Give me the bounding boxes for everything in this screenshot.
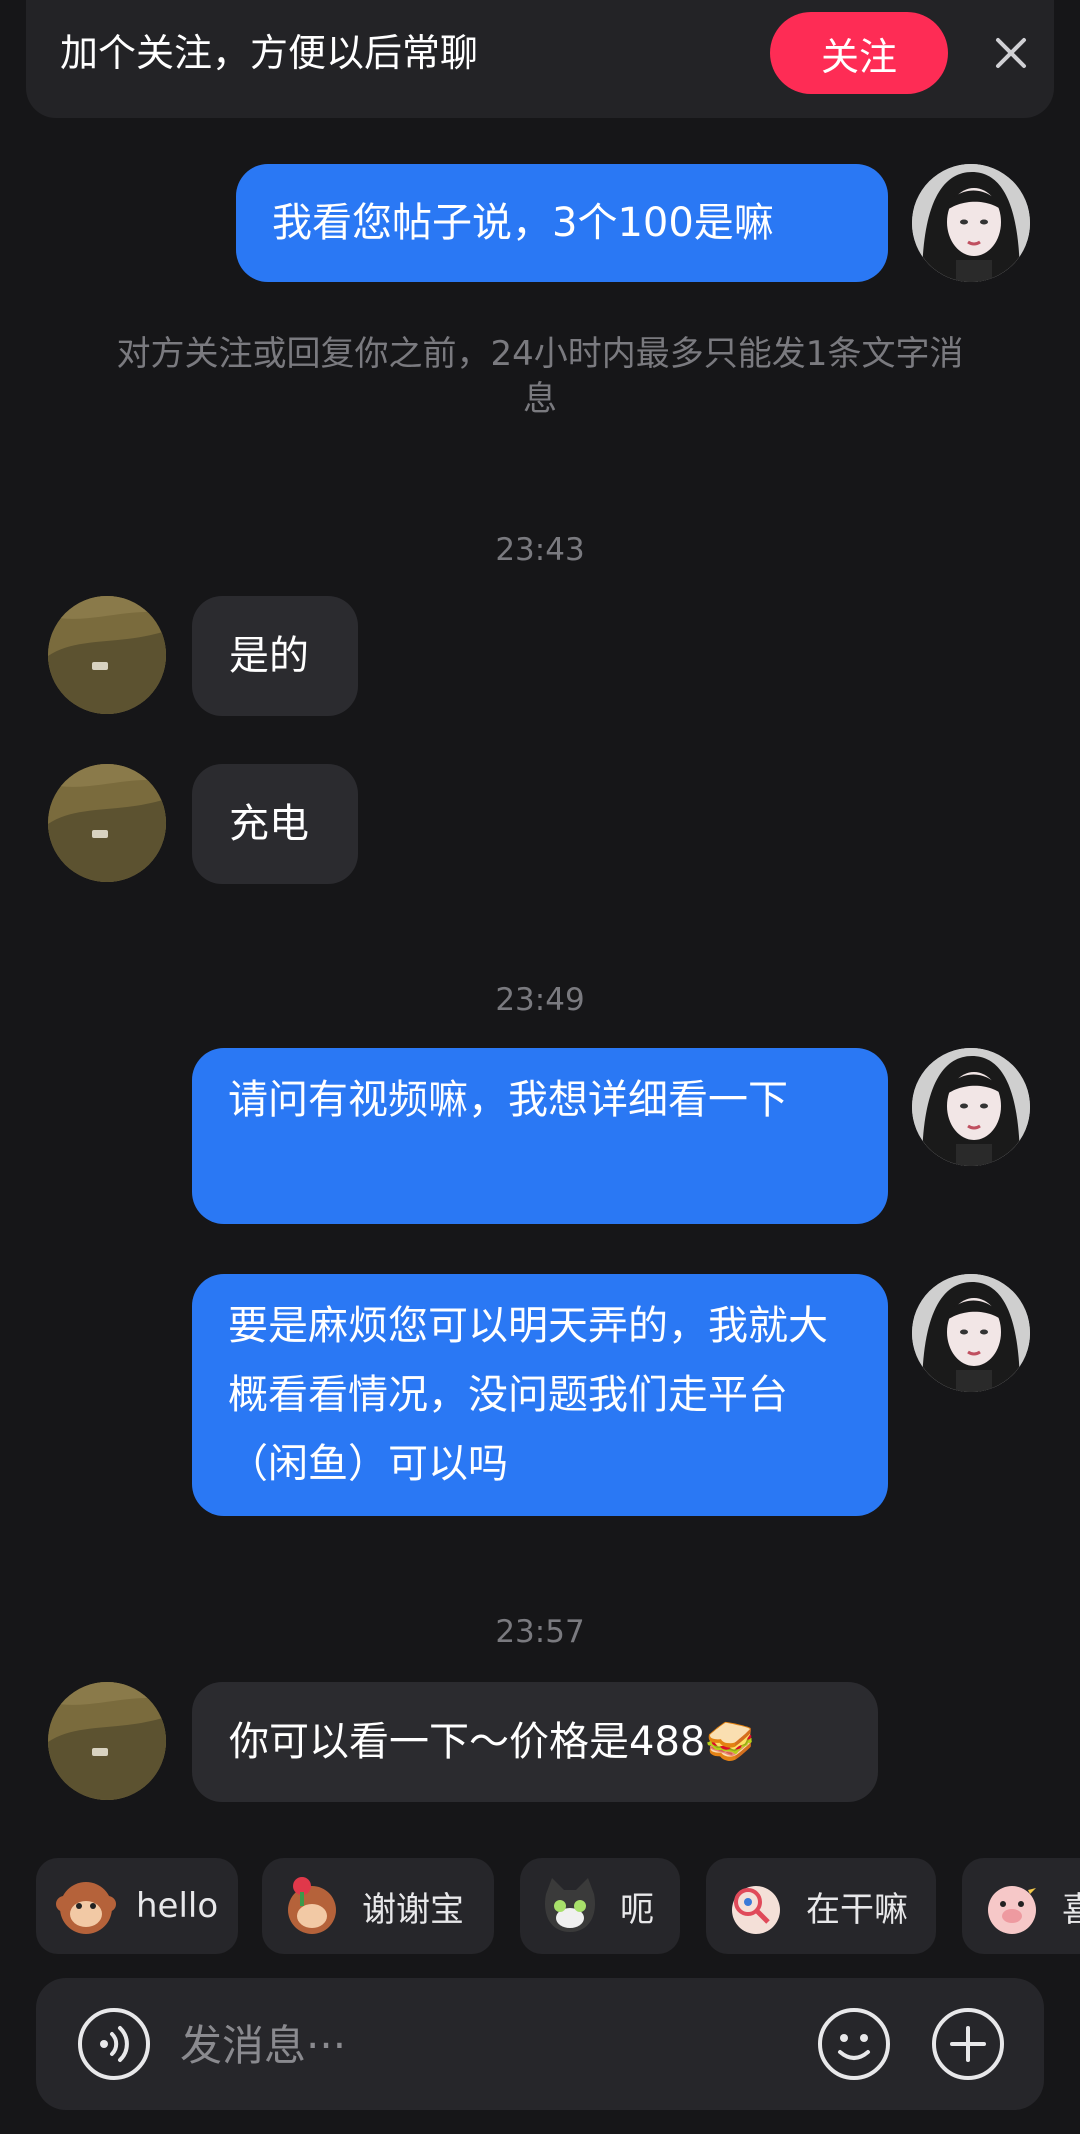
incoming-message[interactable]: 是的 — [192, 596, 358, 716]
incoming-message[interactable]: 你可以看一下～价格是488🥪 — [192, 1682, 878, 1802]
quick-reply-label: 呃 — [620, 1889, 654, 1930]
timestamp: 23:49 — [495, 982, 585, 1018]
quick-reply-chip[interactable]: 呃 — [520, 1858, 680, 1954]
quick-reply-label: 在干嘛 — [806, 1889, 908, 1930]
quick-reply-chip[interactable]: 谢谢宝 — [262, 1858, 494, 1954]
outgoing-message[interactable]: 请问有视频嘛，我想详细看一下 — [192, 1048, 888, 1224]
monkey-emoji-icon — [56, 1882, 116, 1934]
timestamp: 23:43 — [495, 532, 585, 568]
quick-reply-chip[interactable]: hello — [36, 1858, 238, 1954]
system-notice: 对方关注或回复你之前，24小时内最多只能发1条文字消息 — [116, 334, 964, 419]
outgoing-message[interactable]: 要是麻烦您可以明天弄的，我就大概看看情况，没问题我们走平台（闲鱼）可以吗 — [192, 1274, 888, 1516]
cat-emoji-icon — [545, 1878, 595, 1932]
my-avatar[interactable] — [912, 1048, 1030, 1166]
smiley-icon[interactable] — [816, 2006, 892, 2082]
voice-icon[interactable] — [76, 2006, 152, 2082]
plus-icon[interactable] — [930, 2006, 1006, 2082]
outgoing-message[interactable]: 我看您帖子说，3个100是嘛 — [236, 164, 888, 282]
follow-button[interactable]: 关注 — [770, 12, 948, 94]
message-input[interactable] — [178, 2004, 782, 2086]
follow-banner-text: 加个关注，方便以后常聊 — [60, 31, 479, 75]
contact-avatar[interactable] — [48, 1682, 166, 1800]
contact-avatar[interactable] — [48, 596, 166, 714]
quick-reply-label: 谢谢宝 — [362, 1889, 464, 1930]
quick-reply-label: 喜 — [1062, 1889, 1080, 1930]
contact-avatar[interactable] — [48, 764, 166, 882]
my-avatar[interactable] — [912, 164, 1030, 282]
magnifier-emoji-icon — [732, 1886, 780, 1934]
timestamp: 23:57 — [495, 1614, 585, 1650]
quick-reply-label: hello — [136, 1886, 219, 1926]
follow-banner: 加个关注，方便以后常聊 关注 — [26, 0, 1054, 118]
message-input-bar — [36, 1978, 1044, 2110]
close-icon[interactable] — [986, 28, 1036, 78]
girl-avatar-icon — [912, 1048, 1030, 1166]
my-avatar[interactable] — [912, 1274, 1030, 1392]
landscape-avatar-icon — [48, 596, 166, 714]
monkey-flower-emoji-icon — [288, 1877, 336, 1934]
landscape-avatar-icon — [48, 764, 166, 882]
incoming-message[interactable]: 充电 — [192, 764, 358, 884]
girl-avatar-icon — [912, 1274, 1030, 1392]
landscape-avatar-icon — [48, 1682, 166, 1800]
quick-reply-chip[interactable]: 喜 — [962, 1858, 1080, 1954]
girl-avatar-icon — [912, 164, 1030, 282]
pig-emoji-icon — [988, 1882, 1036, 1934]
quick-reply-chip[interactable]: 在干嘛 — [706, 1858, 936, 1954]
